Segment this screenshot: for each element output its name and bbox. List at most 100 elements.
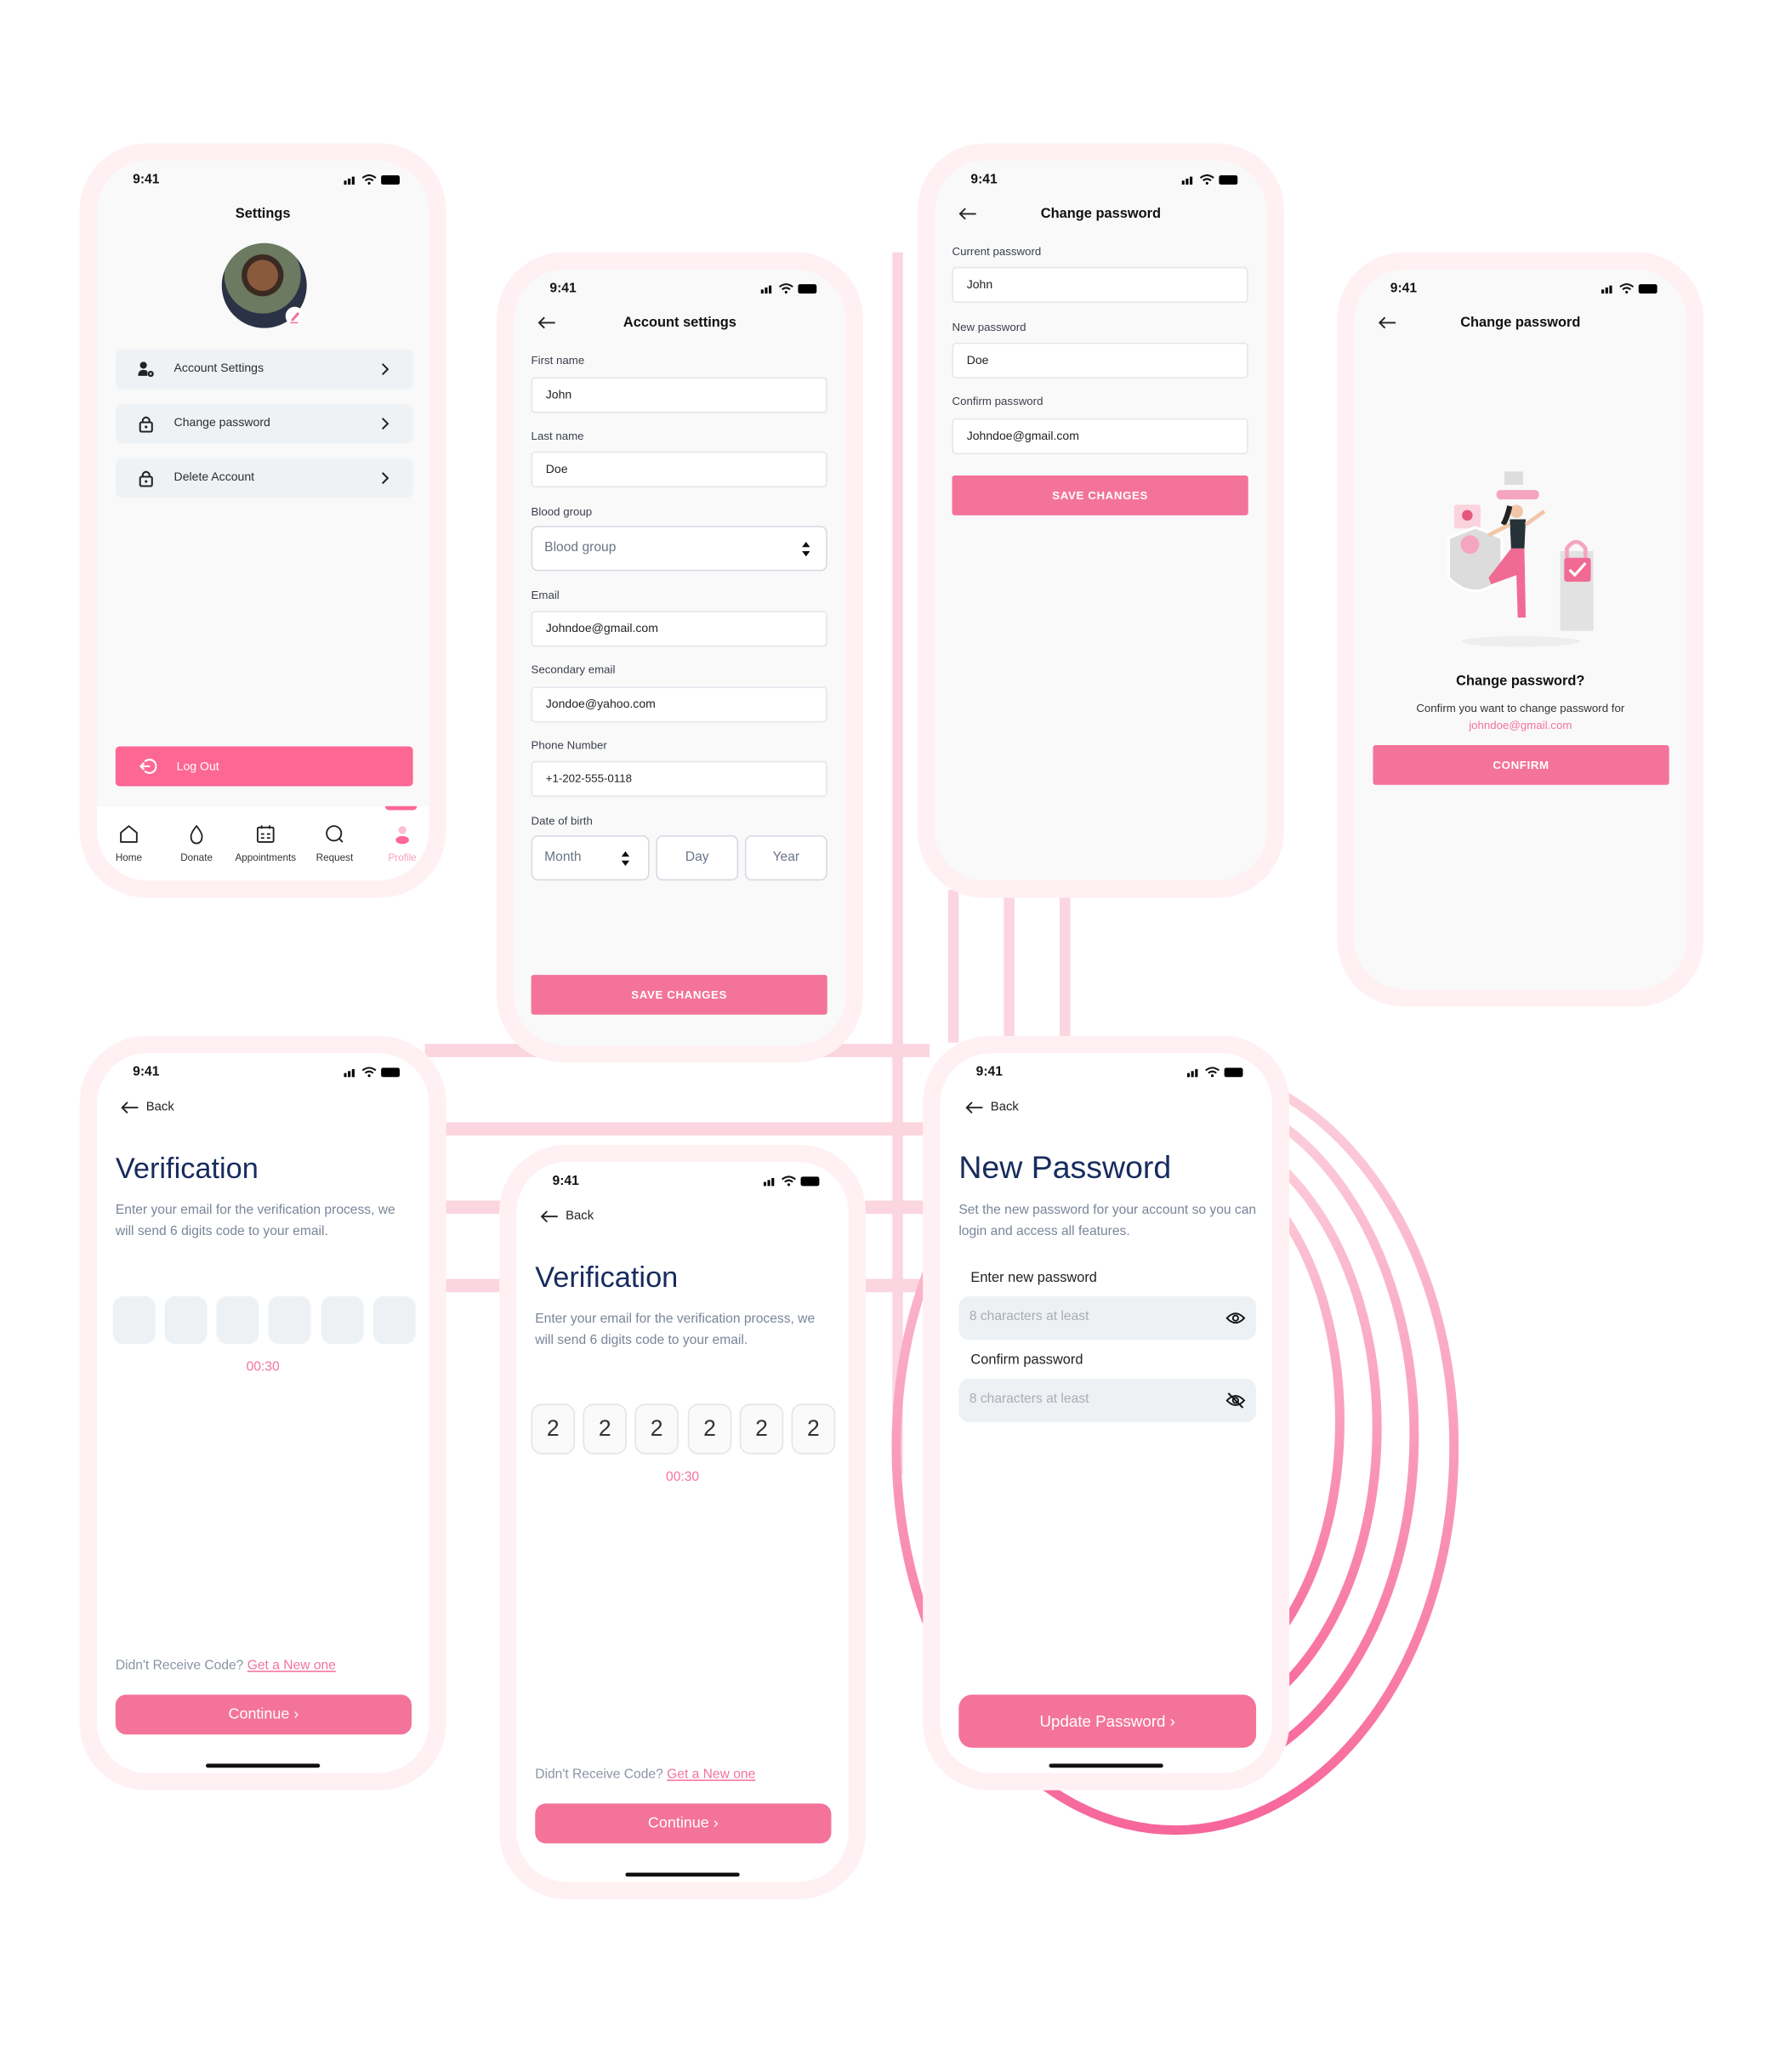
status-icons <box>1181 174 1238 185</box>
page-title: Change password <box>1460 315 1581 331</box>
new-password-input[interactable]: Doe <box>952 342 1248 379</box>
page-title: Verification <box>115 1151 259 1185</box>
day-input[interactable]: Day <box>656 835 739 881</box>
last-name-label: Last name <box>531 429 584 442</box>
otp-digit-2[interactable]: 2 <box>583 1403 627 1454</box>
confirm-button[interactable]: CONFIRM <box>1373 744 1669 785</box>
chevron-right-icon <box>381 418 389 430</box>
page-title: Verification <box>535 1260 679 1294</box>
back-label: Back <box>566 1208 594 1224</box>
save-changes-button[interactable]: SAVE CHANGES <box>531 975 827 1015</box>
otp-digit-5[interactable]: 2 <box>739 1403 784 1454</box>
status-time: 9:41 <box>549 282 577 297</box>
otp-digit-1[interactable]: 2 <box>531 1403 576 1454</box>
pencil-icon[interactable] <box>285 306 304 326</box>
nav-appointments[interactable]: Appointments <box>229 823 303 863</box>
status-time: 9:41 <box>133 1065 160 1080</box>
otp-digit-4[interactable] <box>268 1295 311 1345</box>
get-new-code-link[interactable]: Get a New one <box>667 1767 755 1782</box>
confirm-heading: Change password? <box>1456 673 1585 690</box>
secondary-email-label: Secondary email <box>531 663 616 676</box>
confirm-change-phone: 9:41 Change password Change password? Co… <box>1337 252 1704 1007</box>
page-description: Enter your email for the verification pr… <box>535 1312 816 1348</box>
nav-donate[interactable]: Donate <box>159 823 233 863</box>
confirm-password-input[interactable]: Johndoe@gmail.com <box>952 418 1248 454</box>
month-placeholder: Month <box>544 850 582 865</box>
nav-profile[interactable]: Profile <box>365 823 429 863</box>
phone-label: Phone Number <box>531 738 607 752</box>
email-label: Email <box>531 588 560 602</box>
back-label: Back <box>990 1099 1019 1115</box>
continue-button[interactable]: Continue › <box>535 1803 832 1844</box>
profile-icon <box>395 826 409 845</box>
page-title: Settings <box>235 206 291 222</box>
chevron-right-icon <box>381 472 389 485</box>
continue-button[interactable]: Continue › <box>115 1694 412 1735</box>
logout-button[interactable]: Log Out <box>115 746 413 787</box>
verification-empty-screen: 9:41 Back Verification Enter your email … <box>96 1053 429 1773</box>
menu-item-delete-account[interactable]: Delete Account <box>115 458 413 498</box>
otp-digit-3[interactable]: 2 <box>634 1403 679 1454</box>
chevron-right-icon <box>381 363 389 376</box>
otp-digit-1[interactable] <box>112 1295 156 1345</box>
email-input[interactable]: Johndoe@gmail.com <box>531 611 827 647</box>
eye-off-icon[interactable] <box>1225 1392 1246 1409</box>
get-new-code-link[interactable]: Get a New one <box>247 1659 336 1673</box>
month-select[interactable]: Month <box>531 835 650 881</box>
continue-label: Continue <box>228 1706 290 1723</box>
new-password-screen: 9:41 Back New Password Set the new passw… <box>940 1053 1272 1773</box>
change-password-phone: 9:41 Change password Current password Jo… <box>917 143 1284 898</box>
current-password-label: Current password <box>952 244 1042 258</box>
bottom-nav: Home Donate Appointments Request Profile <box>96 805 429 881</box>
new-password-label: New password <box>952 320 1026 333</box>
update-password-button[interactable]: Update Password › <box>958 1694 1257 1748</box>
nav-label: Appointments <box>235 851 297 863</box>
status-time: 9:41 <box>970 172 998 188</box>
otp-digit-6[interactable]: 2 <box>791 1403 836 1454</box>
chevron-right-icon: › <box>293 1706 299 1723</box>
otp-digit-4[interactable]: 2 <box>687 1403 732 1454</box>
confirm-email: johndoe@gmail.com <box>1469 718 1572 732</box>
otp-digit-2[interactable] <box>164 1295 208 1345</box>
account-settings-phone: 9:41 Account settings First name John La… <box>496 252 863 1063</box>
new-password-input[interactable]: 8 characters at least <box>958 1295 1257 1341</box>
blood-group-select[interactable]: Blood group <box>531 526 827 572</box>
page-title: Change password <box>1040 206 1162 222</box>
new-password-label: Enter new password <box>970 1269 1097 1286</box>
eye-icon[interactable] <box>1225 1310 1246 1327</box>
last-name-input[interactable]: Doe <box>531 451 827 488</box>
status-icons <box>344 1067 400 1078</box>
current-password-input[interactable]: John <box>952 266 1248 303</box>
dob-label: Date of birth <box>531 814 593 828</box>
menu-item-label: Account Settings <box>173 361 264 375</box>
status-icons <box>763 1175 820 1187</box>
save-changes-button[interactable]: SAVE CHANGES <box>952 475 1248 515</box>
active-indicator <box>384 805 418 811</box>
confirm-password-input[interactable]: 8 characters at least <box>958 1378 1257 1423</box>
otp-digit-6[interactable] <box>372 1295 416 1345</box>
first-name-input[interactable]: John <box>531 377 827 413</box>
phone-input[interactable]: +1-202-555-0118 <box>531 760 827 797</box>
continue-label: Continue <box>647 1815 709 1832</box>
nav-label: Profile <box>388 851 417 863</box>
back-label: Back <box>145 1099 174 1115</box>
user-gear-icon <box>138 361 154 378</box>
nav-label: Donate <box>180 851 213 863</box>
home-icon <box>120 825 138 843</box>
menu-item-change-password[interactable]: Change password <box>115 403 413 444</box>
menu-item-account-settings[interactable]: Account Settings <box>115 349 413 390</box>
secondary-email-input[interactable]: Jondoe@yahoo.com <box>531 686 827 723</box>
nav-home[interactable]: Home <box>97 823 166 863</box>
blood-group-label: Blood group <box>531 504 593 518</box>
year-input[interactable]: Year <box>744 835 827 881</box>
lock-icon <box>139 416 153 433</box>
otp-digit-5[interactable] <box>321 1295 364 1345</box>
nav-request[interactable]: Request <box>298 823 372 863</box>
nav-label: Request <box>316 851 354 863</box>
otp-digit-3[interactable] <box>216 1295 259 1345</box>
status-icons <box>760 283 817 294</box>
settings-screen: 9:41 Settings Account Settings Change pa… <box>96 160 429 881</box>
blood-group-placeholder: Blood group <box>544 540 617 555</box>
resend-text: Didn't Receive Code? <box>115 1659 244 1674</box>
search-icon <box>326 825 344 843</box>
